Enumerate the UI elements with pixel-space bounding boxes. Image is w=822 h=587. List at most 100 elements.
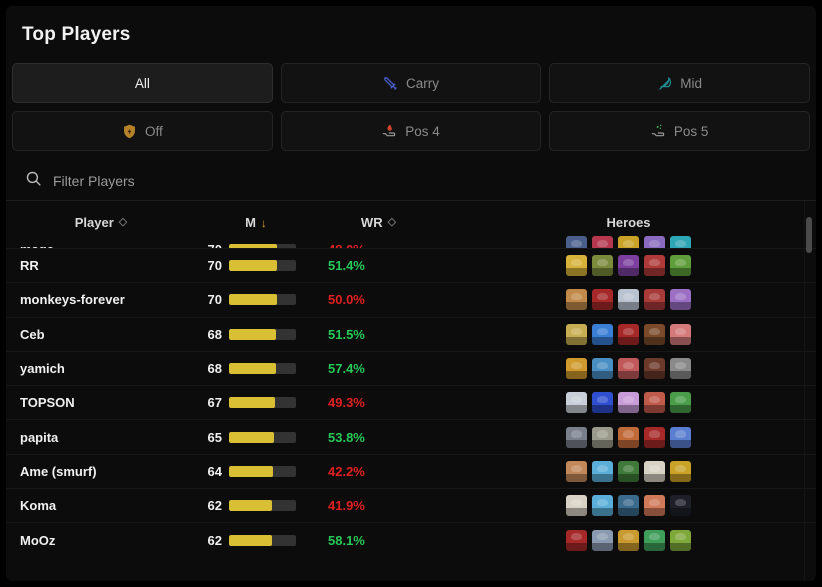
hero-portrait-icon[interactable] <box>566 392 587 414</box>
hero-portrait-icon[interactable] <box>566 426 587 448</box>
hero-portrait-icon[interactable] <box>670 323 691 345</box>
hero-portrait-icon[interactable] <box>644 289 665 311</box>
hero-portrait-icon[interactable] <box>618 236 639 248</box>
hero-portrait-icon[interactable] <box>592 529 613 551</box>
search-icon <box>25 170 42 192</box>
hero-portrait-icon[interactable] <box>644 392 665 414</box>
hero-portrait-icon[interactable] <box>592 426 613 448</box>
matches-value: 62 <box>207 498 222 514</box>
role-tab-mid[interactable]: Mid <box>549 63 810 103</box>
hero-portrait-icon[interactable] <box>592 255 613 277</box>
bow-icon <box>657 75 673 91</box>
sword-icon <box>383 75 399 91</box>
sort-toggle-icon[interactable]: ◇ <box>388 217 396 228</box>
hero-portrait-icon[interactable] <box>670 392 691 414</box>
hero-portrait-icon[interactable] <box>644 323 665 345</box>
role-filter-tabs-row-2: Off Pos 4 Pos 5 <box>6 111 816 151</box>
player-name: Koma <box>20 498 57 514</box>
table-row[interactable]: mage 70 48.0% <box>6 234 816 248</box>
table-row[interactable]: MoOz 62 58.1% <box>6 522 816 556</box>
search-input[interactable] <box>53 172 797 189</box>
hero-portrait-icon[interactable] <box>670 255 691 277</box>
hero-portrait-icon[interactable] <box>592 358 613 380</box>
matches-cell: 62 <box>196 498 316 513</box>
hero-portrait-icon[interactable] <box>566 236 587 248</box>
role-tab-off[interactable]: Off <box>12 111 273 151</box>
column-header-m[interactable]: M ↓ <box>196 215 316 230</box>
hero-portrait-icon[interactable] <box>618 495 639 517</box>
matches-bar-track <box>229 397 296 409</box>
hero-portrait-icon[interactable] <box>592 495 613 517</box>
scrollbar-thumb[interactable] <box>806 216 812 253</box>
hero-portrait-icon[interactable] <box>644 255 665 277</box>
hero-portrait-icon[interactable] <box>644 495 665 517</box>
column-header-wr[interactable]: WR ◇ <box>316 215 441 230</box>
hero-portrait-icon[interactable] <box>670 289 691 311</box>
matches-cell: 70 <box>196 242 316 248</box>
hero-portrait-icon[interactable] <box>566 460 587 482</box>
hero-portrait-icon[interactable] <box>670 426 691 448</box>
page-title: Top Players <box>22 23 131 45</box>
heroes-cell <box>441 529 816 551</box>
hero-portrait-icon[interactable] <box>670 529 691 551</box>
hero-portrait-icon[interactable] <box>618 392 639 414</box>
hero-portrait-icon[interactable] <box>566 323 587 345</box>
matches-bar-track <box>229 260 296 272</box>
hero-portrait-icon[interactable] <box>644 460 665 482</box>
table-scrollbar[interactable] <box>806 209 812 581</box>
table-row[interactable]: papita 65 53.8% <box>6 419 816 453</box>
role-tab-label: All <box>134 75 150 91</box>
table-row[interactable]: RR 70 51.4% <box>6 248 816 282</box>
role-tab-label: Off <box>144 123 163 139</box>
player-name: mage <box>6 242 196 248</box>
hero-portrait-icon[interactable] <box>618 358 639 380</box>
hero-portrait-icon[interactable] <box>618 323 639 345</box>
winrate-value: 49.3% <box>328 395 365 411</box>
hero-portrait-icon[interactable] <box>670 460 691 482</box>
role-tab-carry[interactable]: Carry <box>280 63 542 103</box>
hero-portrait-icon[interactable] <box>618 529 639 551</box>
hero-portrait-icon[interactable] <box>592 236 613 248</box>
hero-portrait-icon[interactable] <box>618 255 639 277</box>
hero-portrait-icon[interactable] <box>566 495 587 517</box>
matches-cell: 68 <box>196 361 316 376</box>
hero-portrait-icon[interactable] <box>644 358 665 380</box>
hero-portrait-icon[interactable] <box>644 236 665 248</box>
hero-portrait-icon[interactable] <box>670 358 691 380</box>
hero-portrait-icon[interactable] <box>566 529 587 551</box>
table-row[interactable]: yamich 68 57.4% <box>6 350 816 385</box>
hero-portrait-icon[interactable] <box>566 358 587 380</box>
hero-portrait-icon[interactable] <box>618 460 639 482</box>
matches-value: 70 <box>207 292 222 308</box>
role-tab-pos-4[interactable]: Pos 4 <box>280 111 542 151</box>
hero-portrait-icon[interactable] <box>592 323 613 345</box>
matches-bar-track <box>229 465 296 477</box>
column-header-player[interactable]: Player ◇ <box>6 215 196 230</box>
table-row[interactable]: monkeys-forever 70 50.0% <box>6 282 816 316</box>
hero-portrait-icon[interactable] <box>592 460 613 482</box>
matches-cell: 70 <box>196 292 316 307</box>
role-tab-label: Pos 4 <box>405 123 440 139</box>
hero-portrait-icon[interactable] <box>566 289 587 311</box>
hero-portrait-icon[interactable] <box>592 289 613 311</box>
table-row[interactable]: Koma 62 41.9% <box>6 488 816 522</box>
hero-portrait-icon[interactable] <box>592 392 613 414</box>
hero-portrait-icon[interactable] <box>670 236 691 248</box>
hero-portrait-icon[interactable] <box>670 495 691 517</box>
sort-toggle-icon[interactable]: ◇ <box>119 217 127 228</box>
role-tab-pos-5[interactable]: Pos 5 <box>549 111 810 151</box>
heroes-cell <box>441 426 816 448</box>
sort-desc-icon[interactable]: ↓ <box>261 217 267 229</box>
filter-players-bar[interactable] <box>6 161 816 201</box>
table-row[interactable]: Ceb 68 51.5% <box>6 316 816 351</box>
hero-portrait-icon[interactable] <box>644 529 665 551</box>
role-tab-all[interactable]: All <box>12 63 273 103</box>
hero-portrait-icon[interactable] <box>644 426 665 448</box>
hero-portrait-icon[interactable] <box>566 255 587 277</box>
table-row[interactable]: TOPSON 67 49.3% <box>6 385 816 419</box>
winrate-value: 50.0% <box>328 292 365 308</box>
matches-value: 62 <box>207 532 222 548</box>
hero-portrait-icon[interactable] <box>618 289 639 311</box>
table-row[interactable]: Ame (smurf) 64 42.2% <box>6 453 816 488</box>
hero-portrait-icon[interactable] <box>618 426 639 448</box>
